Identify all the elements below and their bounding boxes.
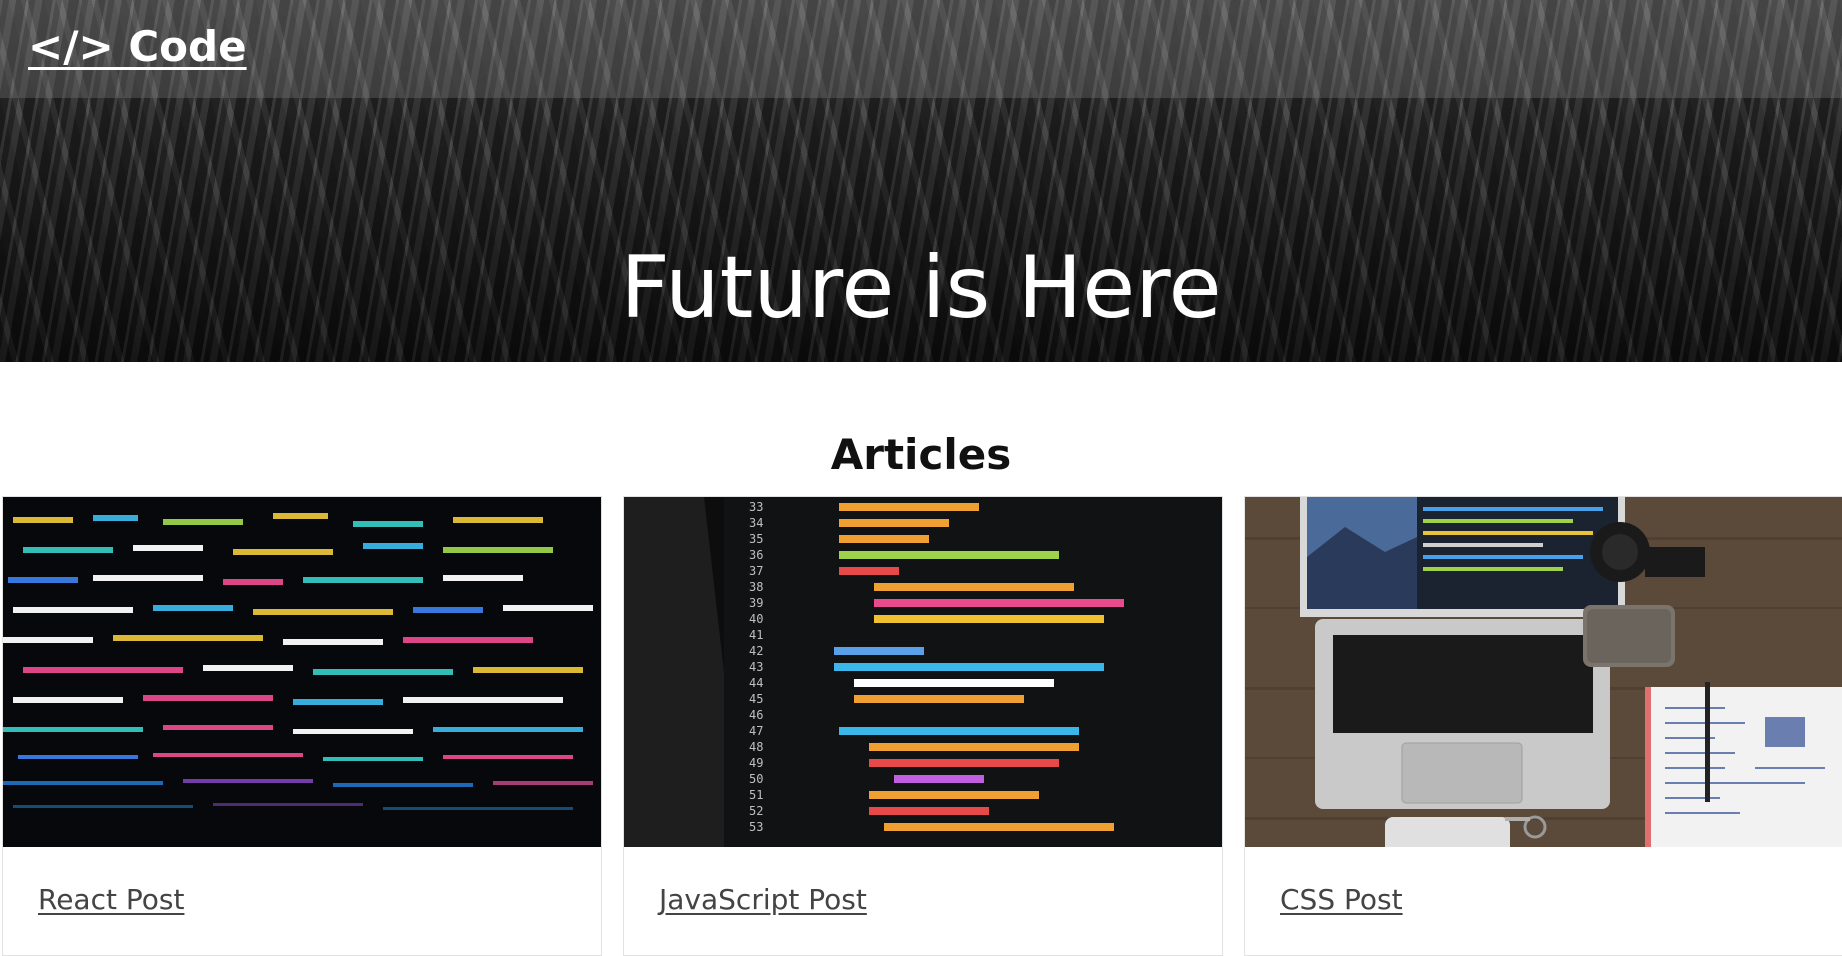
svg-text:39: 39 (749, 596, 763, 610)
svg-text:38: 38 (749, 580, 763, 594)
svg-text:48: 48 (749, 740, 763, 754)
svg-text:47: 47 (749, 724, 763, 738)
articles-heading: Articles (830, 429, 1012, 479)
svg-text:53: 53 (749, 820, 763, 834)
article-thumbnail-python-code: 33 34 35 36 37 38 39 40 41 42 43 44 45 46 47 48 49 5… (624, 497, 1222, 847)
svg-text:40: 40 (749, 612, 763, 626)
svg-text:44: 44 (749, 676, 763, 690)
articles-grid: React Post 33 34 35 36 37 38 39 40 41 42 43 44 4… (2, 496, 1842, 956)
svg-text:52: 52 (749, 804, 763, 818)
svg-text:46: 46 (749, 708, 763, 722)
article-link-css[interactable]: CSS Post (1280, 883, 1403, 916)
svg-text:45: 45 (749, 692, 763, 706)
article-card[interactable]: CSS Post (1244, 496, 1842, 956)
article-thumbnail-laptop-desk (1245, 497, 1842, 847)
svg-text:43: 43 (749, 660, 763, 674)
hero-banner: </> Code Future is Here (0, 0, 1842, 362)
svg-text:37: 37 (749, 564, 763, 578)
svg-text:49: 49 (749, 756, 763, 770)
svg-text:35: 35 (749, 532, 763, 546)
brand-logo-link[interactable]: </> Code (28, 22, 247, 71)
svg-text:42: 42 (749, 644, 763, 658)
article-card[interactable]: 33 34 35 36 37 38 39 40 41 42 43 44 45 46 47 48 49 5… (623, 496, 1223, 956)
svg-text:33: 33 (749, 500, 763, 514)
article-card[interactable]: React Post (2, 496, 602, 956)
article-link-react[interactable]: React Post (38, 883, 184, 916)
hero-title: Future is Here (620, 237, 1222, 338)
svg-text:50: 50 (749, 772, 763, 786)
svg-text:41: 41 (749, 628, 763, 642)
article-link-javascript[interactable]: JavaScript Post (659, 883, 867, 916)
top-navbar: </> Code (0, 0, 1842, 98)
svg-text:34: 34 (749, 516, 763, 530)
article-thumbnail-code-screen (3, 497, 601, 847)
svg-text:36: 36 (749, 548, 763, 562)
svg-text:51: 51 (749, 788, 763, 802)
